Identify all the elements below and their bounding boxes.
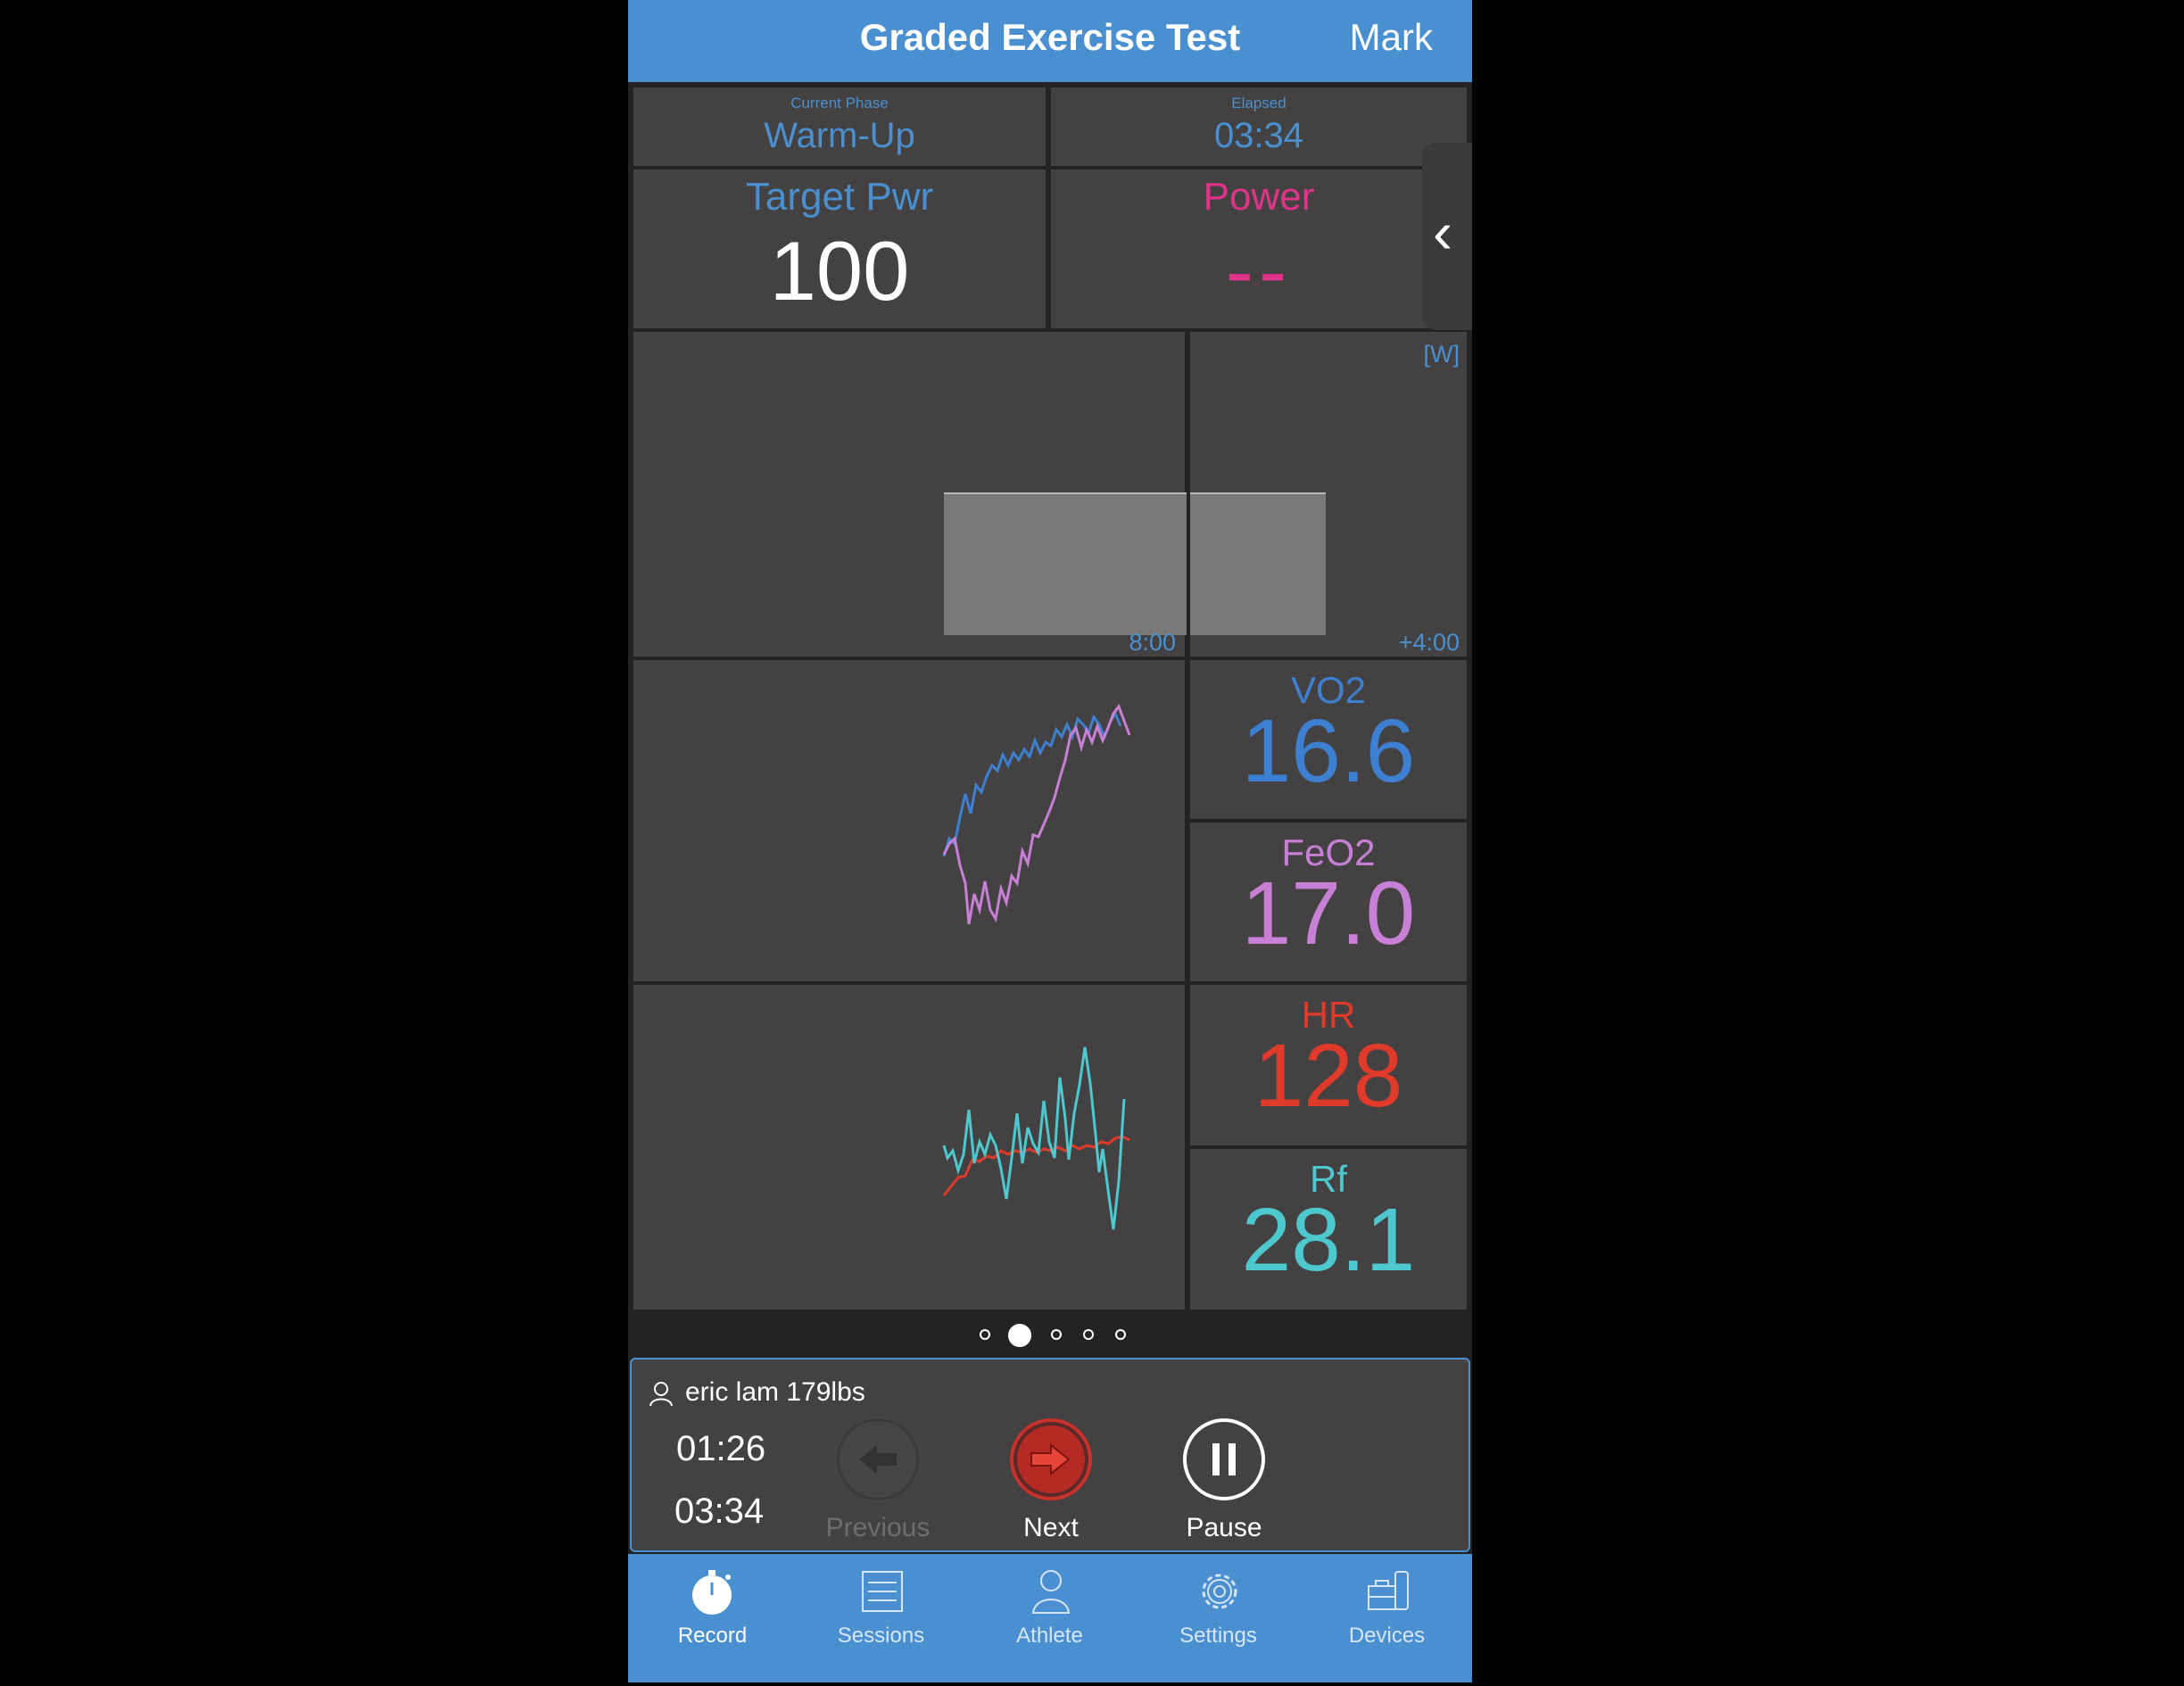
nav-header: Graded Exercise Test Mark bbox=[628, 0, 1472, 82]
gear-icon bbox=[1202, 1574, 1237, 1609]
tab-bar: Record Sessions Athlete Settings Devices bbox=[628, 1554, 1472, 1682]
target-power-cell: Target Pwr 100 bbox=[633, 169, 1046, 328]
tab-settings[interactable]: Settings bbox=[1134, 1554, 1303, 1682]
elapsed-cell: Elapsed 03:34 bbox=[1051, 87, 1467, 166]
previous-button[interactable] bbox=[837, 1418, 919, 1500]
tab-label: Sessions bbox=[837, 1624, 925, 1648]
athlete-row[interactable]: eric lam 179lbs bbox=[648, 1377, 865, 1408]
total-time: 03:34 bbox=[674, 1492, 765, 1531]
pause-icon bbox=[1212, 1443, 1236, 1475]
page-dot[interactable] bbox=[1115, 1329, 1126, 1340]
page-dot-active[interactable] bbox=[1008, 1324, 1031, 1347]
tab-athlete[interactable]: Athlete bbox=[965, 1554, 1134, 1682]
page-title: Graded Exercise Test bbox=[859, 16, 1241, 58]
power-value: -- bbox=[1225, 224, 1293, 318]
page-dot[interactable] bbox=[980, 1329, 990, 1340]
hr-rf-graph bbox=[633, 985, 1185, 1310]
vo2-tile: VO2 16.6 bbox=[1190, 660, 1467, 819]
next-button[interactable] bbox=[1010, 1418, 1092, 1500]
tab-sessions[interactable]: Sessions bbox=[797, 1554, 965, 1682]
app-screen: Graded Exercise Test Mark Current Phase … bbox=[628, 0, 1472, 1682]
tab-label: Record bbox=[677, 1624, 748, 1648]
tab-record[interactable]: Record bbox=[628, 1554, 797, 1682]
rf-value: 28.1 bbox=[1241, 1190, 1416, 1290]
feo2-trace bbox=[942, 703, 1131, 925]
current-phase-cell: Current Phase Warm-Up bbox=[633, 87, 1046, 166]
devices-icon bbox=[1368, 1571, 1409, 1610]
elapsed-label: Elapsed bbox=[1231, 95, 1286, 112]
power-bar-ahead bbox=[1190, 492, 1326, 635]
power-unit-label: [W] bbox=[1423, 341, 1460, 368]
tab-label: Athlete bbox=[1016, 1624, 1083, 1648]
feo2-tile: FeO2 17.0 bbox=[1190, 822, 1467, 981]
arrow-right-icon bbox=[1017, 1426, 1085, 1493]
vo2-value: 16.6 bbox=[1241, 701, 1416, 801]
current-phase-value: Warm-Up bbox=[764, 116, 915, 155]
current-phase-label: Current Phase bbox=[790, 95, 889, 112]
vo2-feo2-graph bbox=[633, 660, 1185, 981]
power-history-panel: 8:00 bbox=[633, 332, 1187, 657]
person-icon bbox=[1031, 1570, 1071, 1614]
next-label: Next bbox=[1023, 1513, 1079, 1542]
person-icon bbox=[649, 1382, 673, 1407]
target-power-value: 100 bbox=[769, 224, 910, 318]
hr-tile: HR 128 bbox=[1190, 985, 1467, 1145]
pause-label: Pause bbox=[1186, 1513, 1262, 1542]
side-panel-toggle[interactable]: ‹ bbox=[1422, 143, 1472, 330]
tab-label: Settings bbox=[1179, 1624, 1257, 1648]
arrow-left-icon bbox=[859, 1445, 897, 1474]
stopwatch-icon bbox=[692, 1570, 732, 1615]
tab-label: Devices bbox=[1348, 1624, 1426, 1648]
power-bar-current bbox=[944, 492, 1187, 635]
athlete-name: eric lam 179lbs bbox=[685, 1377, 865, 1407]
tab-devices[interactable]: Devices bbox=[1303, 1554, 1471, 1682]
page-dot[interactable] bbox=[1083, 1329, 1094, 1340]
ahead-axis-label: +4:00 bbox=[1398, 629, 1460, 656]
rf-trace bbox=[942, 1046, 1126, 1230]
hr-value: 128 bbox=[1253, 1026, 1403, 1126]
session-control-panel: eric lam 179lbs 01:26 03:34 Previous Nex… bbox=[630, 1358, 1470, 1552]
page-dot[interactable] bbox=[1051, 1329, 1062, 1340]
chevron-left-icon: ‹ bbox=[1433, 199, 1452, 265]
time-axis-label: 8:00 bbox=[1129, 629, 1176, 656]
page-indicator[interactable] bbox=[628, 1313, 1472, 1358]
mark-button[interactable]: Mark bbox=[1350, 16, 1433, 59]
target-power-label: Target Pwr bbox=[745, 175, 934, 219]
power-cell: Power -- bbox=[1051, 169, 1467, 328]
feo2-value: 17.0 bbox=[1241, 864, 1416, 963]
previous-label: Previous bbox=[825, 1513, 931, 1542]
rf-tile: Rf 28.1 bbox=[1190, 1149, 1467, 1310]
elapsed-value: 03:34 bbox=[1213, 116, 1304, 155]
pause-button[interactable] bbox=[1183, 1418, 1265, 1500]
list-icon bbox=[862, 1571, 903, 1612]
power-ahead-panel: [W] +4:00 bbox=[1190, 332, 1467, 657]
power-label: Power bbox=[1203, 175, 1315, 219]
phase-time: 01:26 bbox=[676, 1429, 766, 1468]
